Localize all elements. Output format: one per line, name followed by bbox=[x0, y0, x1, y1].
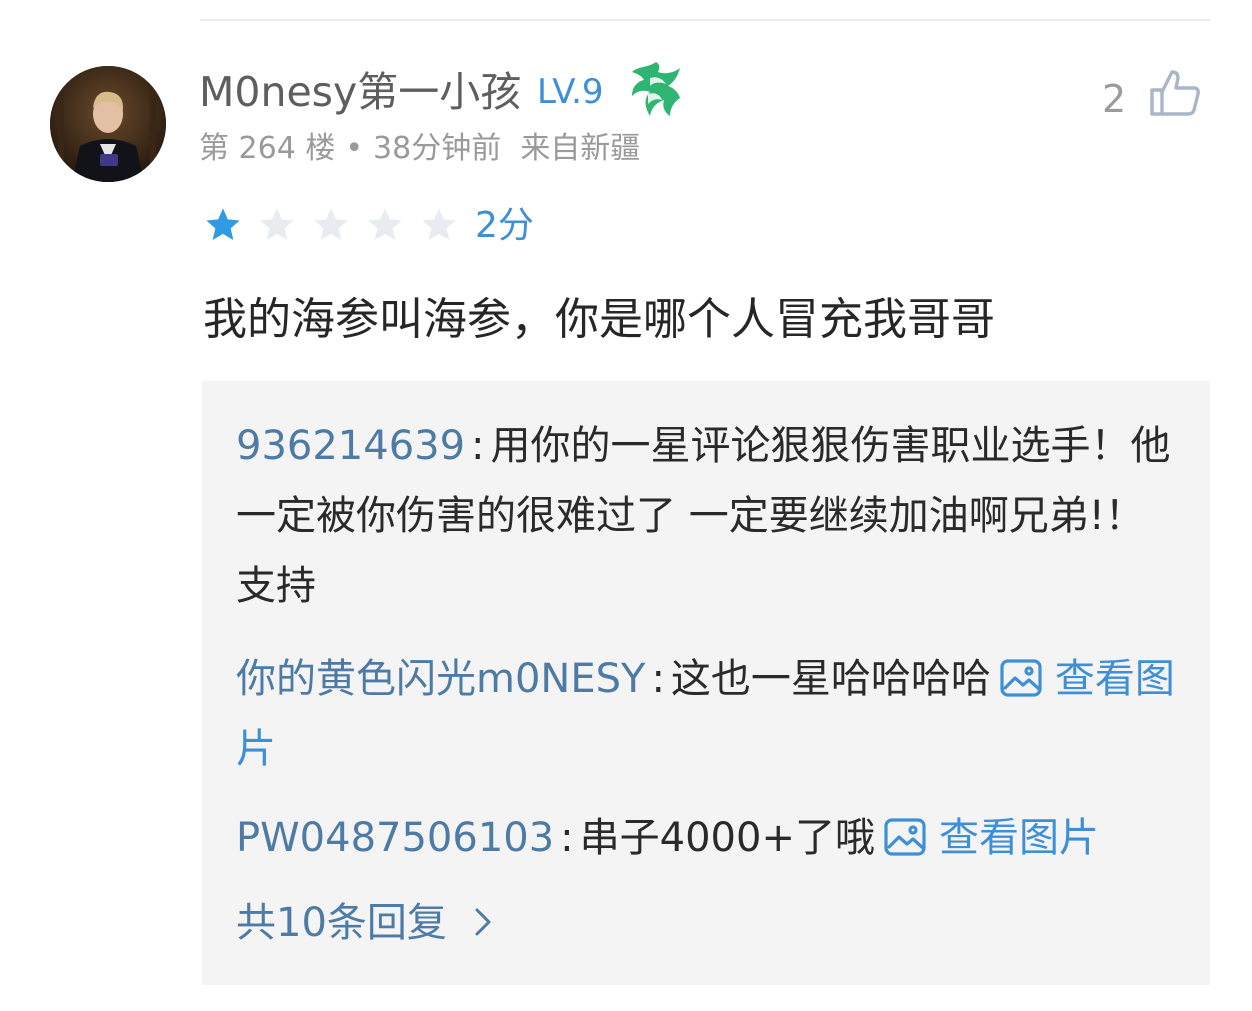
reply-text: 串子4000+了哦 bbox=[579, 815, 875, 861]
comment-meta: 第 264 楼 • 38分钟前 来自新疆 bbox=[199, 128, 640, 170]
reply-colon: : bbox=[651, 656, 665, 702]
star-empty-icon bbox=[422, 208, 456, 240]
rating-score: 2分 bbox=[475, 205, 534, 246]
reply-author[interactable]: 你的黄色闪光m0NESY bbox=[236, 656, 645, 702]
image-icon[interactable] bbox=[883, 817, 927, 857]
reply-item[interactable]: 你的黄色闪光m0NESY: 这也一星哈哈哈哈 查看图片 bbox=[236, 644, 1176, 784]
reply-colon: : bbox=[560, 815, 574, 861]
like-count: 2 bbox=[1102, 77, 1127, 121]
post-time: 38分钟前 bbox=[373, 131, 502, 166]
username[interactable]: M0nesy第一小孩 bbox=[199, 64, 521, 120]
reply-text: 这也一星哈哈哈哈 bbox=[670, 656, 991, 702]
chevron-right-icon bbox=[475, 908, 491, 936]
more-replies-label[interactable]: 共10条回复 bbox=[236, 900, 447, 946]
image-icon[interactable] bbox=[999, 658, 1043, 698]
comment-text[interactable]: 我的海参叫海参，你是哪个人冒充我哥哥 bbox=[203, 290, 995, 350]
avatar[interactable] bbox=[50, 66, 166, 182]
rating-stars bbox=[203, 203, 473, 247]
comment-page: M0nesy第一小孩 LV.9 第 264 楼 • 38分钟前 来自新疆 2 2分 … bbox=[0, 0, 1252, 1011]
star-empty-icon bbox=[368, 208, 402, 240]
reply-author[interactable]: 936214639 bbox=[236, 423, 465, 469]
top-divider bbox=[200, 19, 1210, 21]
thumbs-up-icon[interactable] bbox=[1148, 66, 1202, 120]
level-badge: LV.9 bbox=[537, 72, 604, 112]
star-empty-icon bbox=[314, 208, 348, 240]
post-location: 来自新疆 bbox=[520, 131, 641, 166]
reply-colon: : bbox=[471, 423, 485, 469]
meta-separator: • bbox=[345, 131, 364, 166]
reply-author[interactable]: PW0487506103 bbox=[236, 815, 554, 861]
floor-number: 第 264 楼 bbox=[199, 131, 336, 166]
view-image-link[interactable]: 查看图片 bbox=[939, 815, 1099, 861]
star-empty-icon bbox=[260, 208, 294, 240]
team-logo-icon bbox=[628, 58, 684, 120]
reply-item[interactable]: PW0487506103: 串子4000+了哦 查看图片 bbox=[236, 803, 1176, 873]
more-replies-link[interactable]: 共10条回复 bbox=[236, 893, 495, 953]
reply-item[interactable]: 936214639: 用你的一星评论狠狠伤害职业选手！他一定被你伤害的很难过了 一… bbox=[236, 411, 1176, 621]
star-filled-icon bbox=[206, 208, 240, 240]
